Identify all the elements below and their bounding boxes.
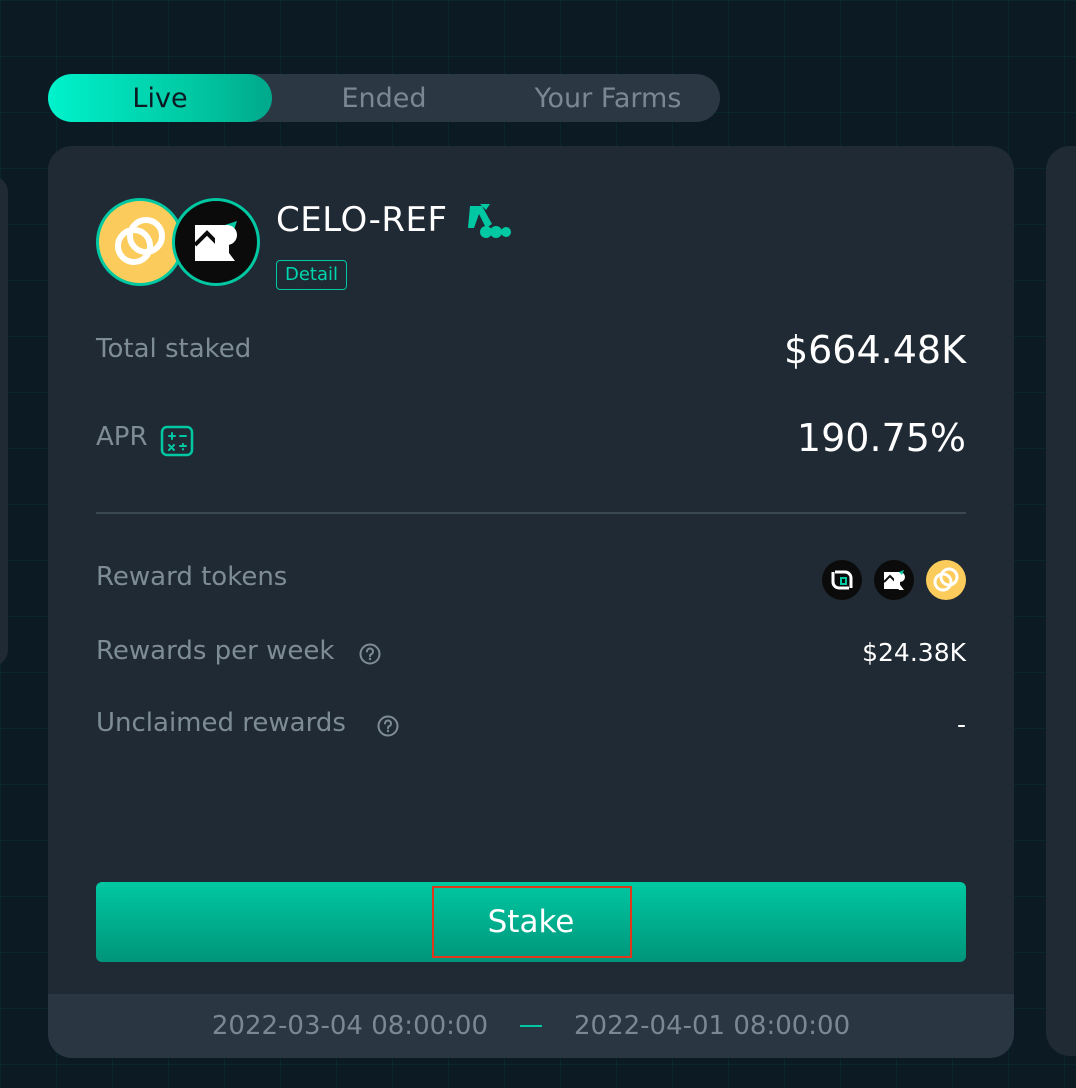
help-icon[interactable]: [376, 714, 400, 742]
adjacent-farm-card-left: [0, 176, 8, 666]
tab-ended[interactable]: Ended: [272, 74, 496, 122]
ref-icon: [874, 560, 914, 600]
unclaimed-rewards-label: Unclaimed rewards: [96, 708, 346, 738]
rewards-per-week-label: Rewards per week: [96, 636, 335, 666]
celo-icon: [96, 198, 184, 286]
start-time: 2022-03-04 08:00:00: [211, 1011, 488, 1041]
calculator-icon[interactable]: [160, 425, 194, 461]
apr-value: 190.75%: [796, 416, 966, 460]
stake-button-label: Stake: [487, 904, 575, 940]
total-staked-label: Total staked: [96, 334, 252, 364]
adjacent-farm-card-right: [1046, 146, 1076, 1056]
total-staked-value: $664.48K: [783, 328, 966, 372]
end-time: 2022-04-01 08:00:00: [574, 1011, 851, 1041]
ref-icon: [172, 198, 260, 286]
rewards-per-week-value: $24.38K: [862, 638, 966, 667]
farm-card: CELO-REF Detail Total staked $664.48K AP…: [48, 146, 1014, 1058]
tab-your-farms[interactable]: Your Farms: [496, 74, 720, 122]
aurora-like-icon: [822, 560, 862, 600]
divider: [96, 512, 966, 514]
help-icon[interactable]: [358, 642, 382, 670]
boost-icon: [466, 202, 512, 246]
farm-period: 2022-03-04 08:00:00 2022-04-01 08:00:00: [48, 994, 1014, 1058]
period-separator: [520, 1025, 542, 1027]
tab-live[interactable]: Live: [48, 74, 272, 122]
farm-status-tabs: Live Ended Your Farms: [48, 74, 720, 122]
stake-button[interactable]: Stake: [96, 882, 966, 962]
apr-label: APR: [96, 422, 148, 452]
celo-icon: [926, 560, 966, 600]
detail-button[interactable]: Detail: [276, 260, 348, 290]
reward-tokens-label: Reward tokens: [96, 562, 288, 592]
unclaimed-rewards-value: -: [956, 710, 966, 739]
farm-pair-name: CELO-REF: [276, 200, 448, 240]
